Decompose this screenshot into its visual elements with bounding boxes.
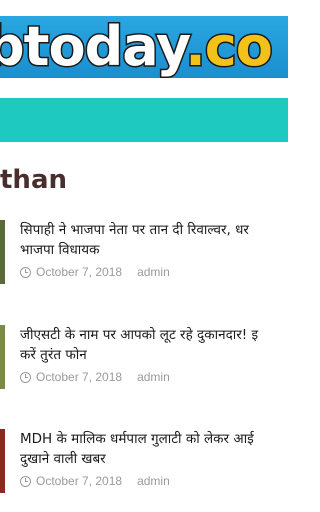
post-title-line: करें तुरंत फोन (20, 347, 87, 363)
post-title-line: MDH के मालिक धर्मपाल गुलाटी को लेकर आई (20, 431, 254, 447)
post-item[interactable]: MDH के मालिक धर्मपाल गुलाटी को लेकर आई द… (0, 429, 288, 505)
post-title-line: भाजपा विधायक (20, 242, 100, 258)
clock-icon (20, 266, 31, 278)
post-title-link[interactable]: MDH के मालिक धर्मपाल गुलाटी को लेकर आई द… (20, 429, 320, 469)
post-meta: October 7, 2018 admin (20, 473, 170, 489)
post-title-line: सिपाही ने भाजपा नेता पर तान दी रिवाल्वर,… (20, 222, 249, 238)
post-item[interactable]: सिपाही ने भाजपा नेता पर तान दी रिवाल्वर,… (0, 220, 288, 296)
post-author[interactable]: admin (137, 369, 170, 385)
site-logo[interactable]: btoday.co (0, 16, 288, 78)
post-date[interactable]: October 7, 2018 (36, 264, 122, 280)
post-author[interactable]: admin (137, 264, 170, 280)
main-navigation-bar[interactable] (0, 98, 288, 142)
post-thumbnail[interactable] (0, 429, 5, 493)
post-item[interactable]: जीएसटी के नाम पर आपको लूट रहे दुकानदार! … (0, 325, 288, 401)
post-title-link[interactable]: जीएसटी के नाम पर आपको लूट रहे दुकानदार! … (20, 325, 320, 365)
post-date[interactable]: October 7, 2018 (36, 369, 122, 385)
clock-icon (20, 475, 31, 487)
post-title-link[interactable]: सिपाही ने भाजपा नेता पर तान दी रिवाल्वर,… (20, 220, 320, 260)
post-title-line: दुखाने वाली खबर (20, 451, 106, 467)
post-thumbnail[interactable] (0, 220, 5, 284)
post-thumbnail[interactable] (0, 325, 5, 389)
post-author[interactable]: admin (137, 473, 170, 489)
site-header-banner[interactable]: btoday.co (0, 0, 288, 84)
post-meta: October 7, 2018 admin (20, 264, 170, 280)
section-title: than (0, 165, 67, 195)
post-date[interactable]: October 7, 2018 (36, 473, 122, 489)
logo-main-text: btoday (0, 16, 188, 78)
site-logo-text: btoday.co (0, 16, 275, 78)
post-meta: October 7, 2018 admin (20, 369, 170, 385)
logo-tld-text: .co (184, 16, 275, 78)
clock-icon (20, 371, 31, 383)
post-title-line: जीएसटी के नाम पर आपको लूट रहे दुकानदार! … (20, 327, 259, 343)
